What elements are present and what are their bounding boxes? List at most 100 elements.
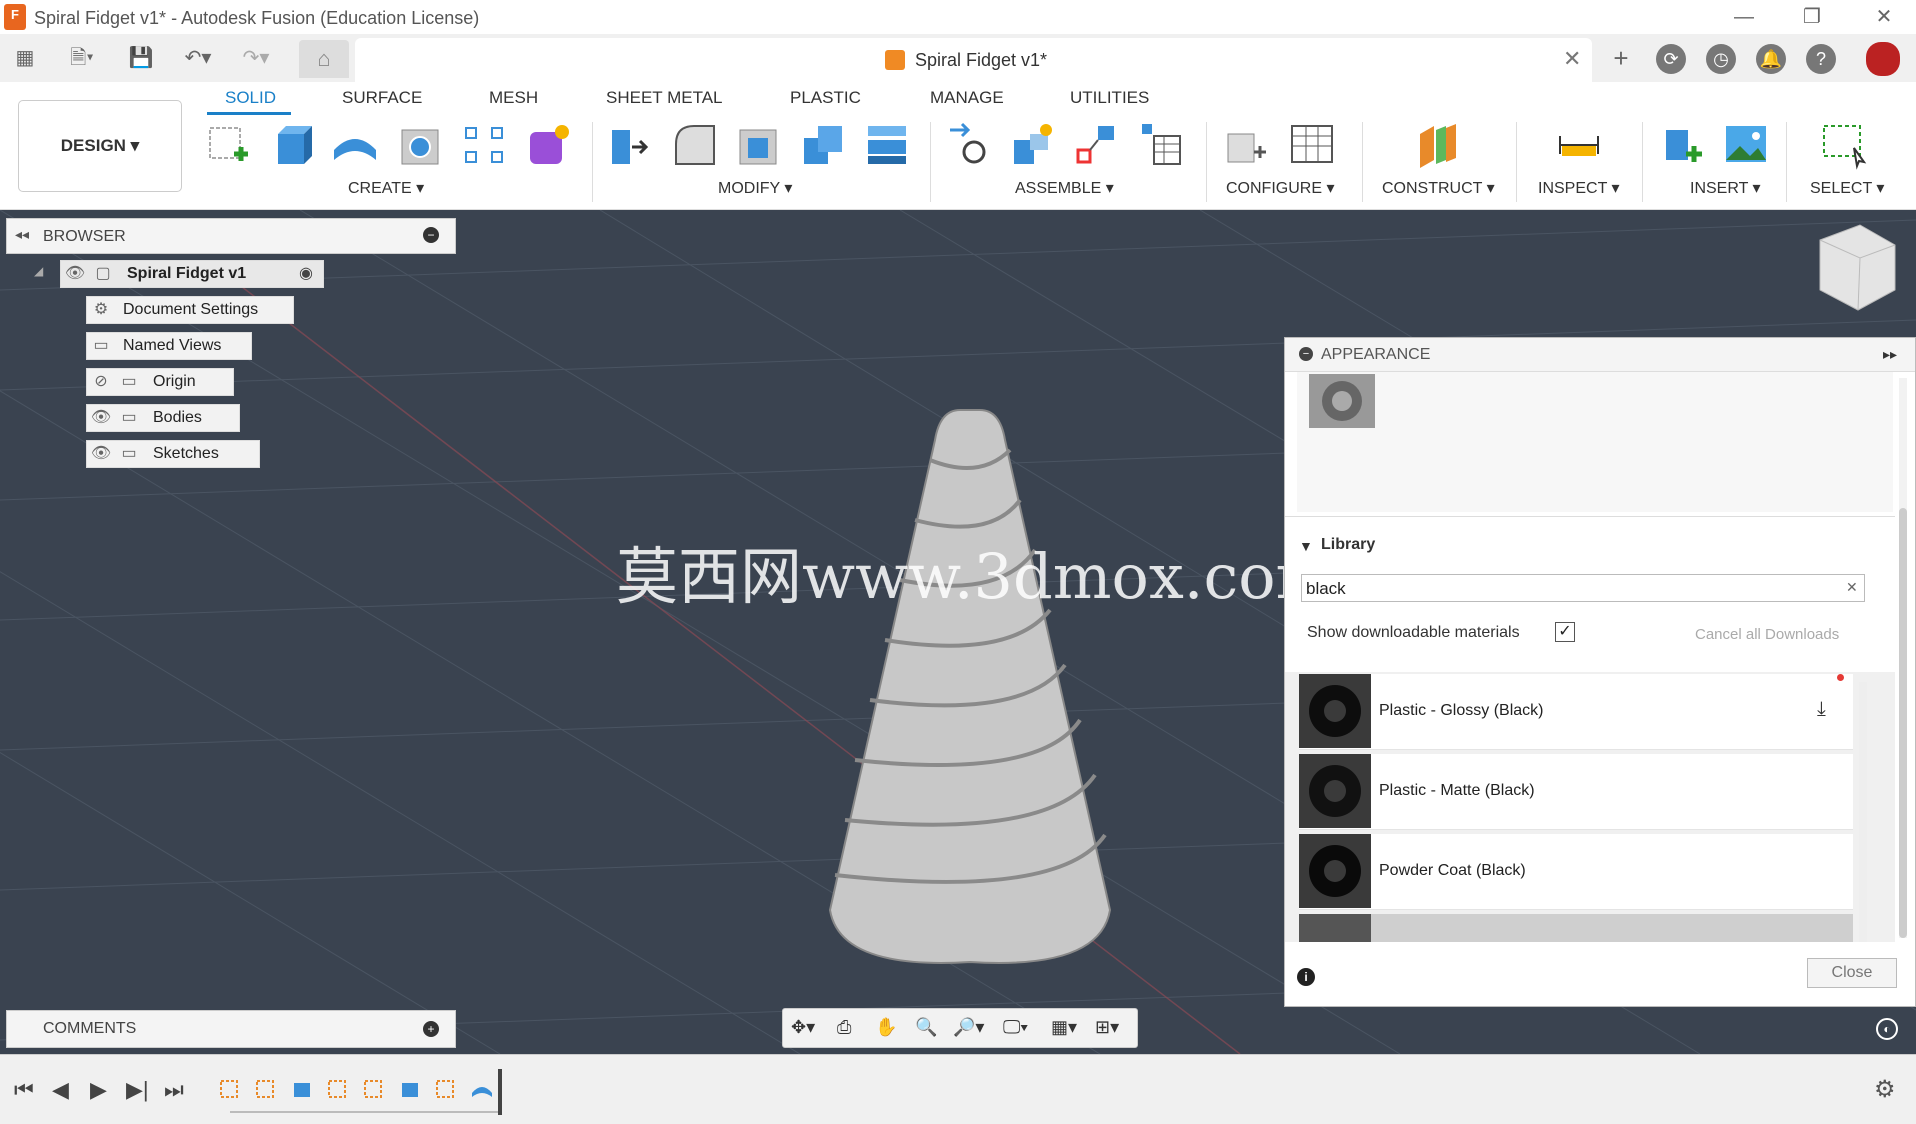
timeline-end-icon[interactable]: ⏭: [164, 1077, 184, 1103]
restore-button[interactable]: ❐: [1792, 4, 1832, 30]
timeline-start-icon[interactable]: ⏮: [14, 1077, 34, 1103]
sketch-feature-icon[interactable]: [326, 1077, 350, 1101]
look-at-icon[interactable]: ⎙: [837, 1017, 851, 1038]
configuration-table-icon[interactable]: [1288, 120, 1338, 170]
motion-link-icon[interactable]: [1136, 120, 1186, 170]
tab-surface[interactable]: SURFACE: [342, 88, 422, 108]
offset-face-icon[interactable]: [862, 120, 912, 170]
workspace-design-button[interactable]: DESIGN ▾: [18, 100, 182, 192]
sketch-feature-icon[interactable]: [218, 1077, 242, 1101]
insert-canvas-icon[interactable]: [1722, 120, 1772, 170]
help-icon[interactable]: ?: [1806, 44, 1836, 74]
display-settings-icon[interactable]: 🖵▾: [1003, 1017, 1028, 1038]
browser-item-origin[interactable]: ⊘ ▭ Origin: [86, 368, 234, 396]
file-menu-icon[interactable]: 🗎▾: [60, 42, 104, 74]
as-built-joint-icon[interactable]: [1072, 120, 1122, 170]
expand-root-icon[interactable]: ◢: [34, 264, 43, 278]
extrude-feature-icon[interactable]: [398, 1077, 422, 1101]
modify-menu[interactable]: MODIFY ▾: [718, 178, 792, 198]
3d-viewport[interactable]: 莫西网www.3dmox.com ◂◂ BROWSER − ◢ 👁 ▢ Spiral…: [0, 210, 1916, 1054]
list-item[interactable]: Powder Coat (Black): [1299, 834, 1853, 910]
gear-icon[interactable]: ⚙: [1874, 1075, 1896, 1104]
press-pull-icon[interactable]: [606, 120, 656, 170]
browser-root-node[interactable]: 👁 ▢ Spiral Fidget v1 ◉: [60, 260, 324, 288]
sketch-feature-icon[interactable]: [434, 1077, 458, 1101]
apps-grid-icon[interactable]: ▦: [10, 42, 40, 74]
user-avatar[interactable]: [1866, 42, 1900, 76]
sync-icon[interactable]: ⟳: [1656, 44, 1686, 74]
tab-plastic[interactable]: PLASTIC: [790, 88, 861, 108]
close-window-button[interactable]: ✕: [1864, 4, 1904, 30]
fillet-icon[interactable]: [670, 120, 720, 170]
browser-item-named-views[interactable]: ▭ Named Views: [86, 332, 252, 360]
select-box-icon[interactable]: [1820, 120, 1870, 170]
orbit-icon[interactable]: ✥▾: [791, 1017, 815, 1038]
revolve-feature-icon[interactable]: [470, 1077, 494, 1101]
list-item[interactable]: [1299, 914, 1853, 942]
assemble-menu[interactable]: ASSEMBLE ▾: [1015, 178, 1114, 198]
list-item[interactable]: Plastic - Matte (Black): [1299, 754, 1853, 830]
list-item[interactable]: Plastic - Glossy (Black) ⤓: [1299, 674, 1853, 750]
select-menu[interactable]: SELECT ▾: [1810, 178, 1884, 198]
browser-item-bodies[interactable]: 👁 ▭ Bodies: [86, 404, 240, 432]
eye-icon[interactable]: 👁: [87, 405, 115, 431]
create-menu[interactable]: CREATE ▾: [348, 178, 424, 198]
eye-icon[interactable]: 👁: [87, 441, 115, 467]
library-expand-icon[interactable]: ▼: [1299, 538, 1313, 554]
material-swatch[interactable]: [1309, 374, 1375, 428]
extrude-icon[interactable]: [268, 120, 318, 170]
timeline-play-icon[interactable]: ▶: [90, 1077, 107, 1103]
close-button[interactable]: Close: [1807, 958, 1897, 988]
add-comment-icon[interactable]: +: [423, 1021, 439, 1037]
hole-icon[interactable]: [396, 120, 446, 170]
fit-icon[interactable]: 🔎▾: [953, 1017, 984, 1038]
browser-item-document-settings[interactable]: ⚙ Document Settings: [86, 296, 294, 324]
list-scrollbar[interactable]: [1859, 682, 1867, 942]
form-icon[interactable]: [524, 120, 574, 170]
insert-menu[interactable]: INSERT ▾: [1690, 178, 1761, 198]
configure-menu[interactable]: CONFIGURE ▾: [1226, 178, 1334, 198]
home-icon[interactable]: ⌂: [299, 40, 349, 78]
zoom-icon[interactable]: 🔍: [915, 1017, 937, 1038]
info-icon[interactable]: i: [1297, 968, 1315, 986]
document-tab[interactable]: Spiral Fidget v1* ✕: [355, 38, 1592, 82]
expand-panel-icon[interactable]: ▸▸: [1883, 346, 1897, 363]
library-search-input[interactable]: black ✕: [1301, 574, 1865, 602]
pan-icon[interactable]: ✋: [875, 1017, 897, 1038]
cancel-all-downloads-link[interactable]: Cancel all Downloads: [1695, 626, 1839, 643]
tab-utilities[interactable]: UTILITIES: [1070, 88, 1149, 108]
browser-pin-icon[interactable]: −: [423, 227, 439, 243]
save-icon[interactable]: 💾: [126, 42, 156, 74]
eye-hidden-icon[interactable]: ⊘: [87, 369, 115, 395]
environment-icon[interactable]: ◐: [1876, 1018, 1898, 1040]
panel-scrollbar[interactable]: [1899, 378, 1907, 938]
browser-item-sketches[interactable]: 👁 ▭ Sketches: [86, 440, 260, 468]
extrude-feature-icon[interactable]: [290, 1077, 314, 1101]
undo-icon[interactable]: ↶▾: [176, 42, 220, 74]
inspect-menu[interactable]: INSPECT ▾: [1538, 178, 1620, 198]
new-tab-icon[interactable]: +: [1606, 42, 1636, 74]
job-status-icon[interactable]: ◷: [1706, 44, 1736, 74]
activate-radio-icon[interactable]: ◉: [293, 261, 319, 287]
eye-icon[interactable]: 👁: [61, 261, 89, 287]
revolve-icon[interactable]: [330, 120, 380, 170]
redo-icon[interactable]: ↷▾: [234, 42, 278, 74]
notifications-icon[interactable]: 🔔: [1756, 44, 1786, 74]
tab-manage[interactable]: MANAGE: [930, 88, 1004, 108]
shell-icon[interactable]: [734, 120, 784, 170]
tab-solid[interactable]: SOLID: [225, 88, 276, 108]
tab-mesh[interactable]: MESH: [489, 88, 538, 108]
tab-sheet-metal[interactable]: SHEET METAL: [606, 88, 723, 108]
timeline-marker[interactable]: [498, 1069, 502, 1115]
collapse-panel-icon[interactable]: −: [1299, 347, 1313, 361]
pattern-icon[interactable]: [460, 120, 510, 170]
grid-settings-icon[interactable]: ▦▾: [1051, 1017, 1077, 1038]
collapse-browser-icon[interactable]: ◂◂: [15, 226, 29, 243]
clear-search-icon[interactable]: ✕: [1846, 579, 1858, 596]
timeline-step-forward-icon[interactable]: ▶|: [126, 1077, 149, 1103]
close-tab-icon[interactable]: ✕: [1563, 46, 1581, 72]
offset-plane-icon[interactable]: [1414, 120, 1464, 170]
sketch-feature-icon[interactable]: [254, 1077, 278, 1101]
create-sketch-icon[interactable]: [204, 120, 254, 170]
measure-icon[interactable]: [1554, 120, 1604, 170]
